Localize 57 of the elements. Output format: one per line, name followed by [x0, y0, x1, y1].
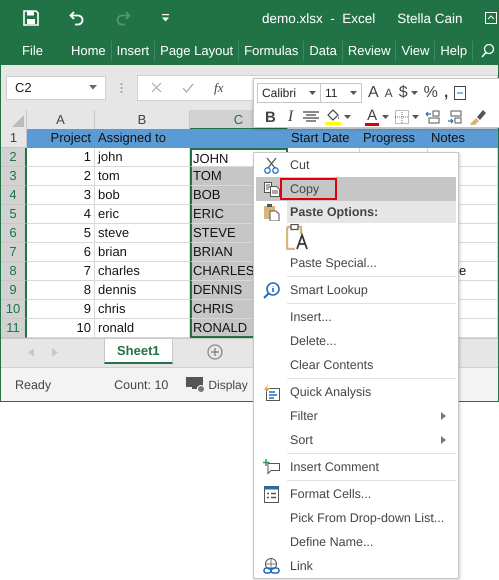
- row-header[interactable]: 7: [1, 243, 27, 262]
- name-box[interactable]: C2: [6, 76, 106, 100]
- row-header[interactable]: 10: [1, 300, 27, 319]
- row-header[interactable]: 3: [1, 167, 27, 186]
- table-cell: 2: [27, 167, 95, 186]
- row-header[interactable]: 11: [1, 319, 27, 338]
- table-cell: Progress: [360, 129, 428, 148]
- percent-format-button[interactable]: %: [424, 84, 438, 102]
- bold-button[interactable]: B: [265, 108, 276, 126]
- ribbon-tab[interactable]: Page Layout: [155, 40, 240, 60]
- table-cell: 7: [27, 262, 95, 281]
- ribbon-tab[interactable]: Data: [304, 40, 343, 60]
- paste-options-header: Paste Options:: [287, 201, 456, 223]
- window-title: demo.xlsx - Excel: [262, 10, 376, 26]
- row-header[interactable]: 1: [1, 129, 27, 148]
- ribbon-tab[interactable]: File: [17, 40, 48, 60]
- ribbon-tab[interactable]: Insert: [112, 40, 156, 60]
- ribbon-tab[interactable]: Formulas: [239, 40, 304, 60]
- context-menu-item[interactable]: Cut: [256, 153, 456, 177]
- ribbon-tab[interactable]: View: [396, 40, 436, 60]
- table-cell: 8: [27, 281, 95, 300]
- table-cell: 6: [27, 243, 95, 262]
- ribbon-tab[interactable]: Review: [342, 40, 396, 60]
- user-name: Stella Cain: [397, 10, 463, 26]
- table-cell: Assigned to: [95, 129, 190, 148]
- column-header[interactable]: A: [27, 110, 95, 130]
- row-header[interactable]: 6: [1, 224, 27, 243]
- table-cell: Start Date: [288, 129, 360, 148]
- table-cell: 1: [27, 148, 95, 167]
- insert-function-button[interactable]: fx: [214, 80, 224, 96]
- column-header[interactable]: B: [95, 110, 190, 130]
- row-header[interactable]: 2: [1, 148, 27, 167]
- currency-format-button[interactable]: $: [398, 84, 408, 102]
- table-cell: 3: [27, 186, 95, 205]
- font-color-button[interactable]: A: [365, 108, 380, 126]
- sheet-tab[interactable]: Sheet1: [104, 339, 173, 364]
- table-cell: 5: [27, 224, 95, 243]
- status-text: Ready: [15, 378, 52, 392]
- count-text: Count: 10: [114, 378, 168, 392]
- increase-font-size-button[interactable]: A: [368, 84, 379, 102]
- row-header[interactable]: 8: [1, 262, 27, 281]
- table-cell: 9: [27, 300, 95, 319]
- ribbon-tab[interactable]: Home: [66, 40, 112, 60]
- table-cell: 4: [27, 205, 95, 224]
- display-settings-label[interactable]: Display: [208, 378, 248, 392]
- font-size-field[interactable]: 11: [320, 83, 362, 103]
- row-header[interactable]: 4: [1, 186, 27, 205]
- italic-button[interactable]: I: [288, 108, 294, 126]
- decrease-font-size-button[interactable]: A: [384, 86, 393, 100]
- table-cell: Project: [27, 129, 95, 148]
- row-header[interactable]: 5: [1, 205, 27, 224]
- row-header[interactable]: 9: [1, 281, 27, 300]
- table-cell: Notes: [428, 129, 498, 148]
- context-menu-item[interactable]: Copy: [256, 177, 456, 201]
- comma-format-button[interactable]: ,: [444, 84, 448, 102]
- font-name-field[interactable]: Calibri: [257, 83, 321, 103]
- ribbon-tab[interactable]: Help: [435, 40, 474, 60]
